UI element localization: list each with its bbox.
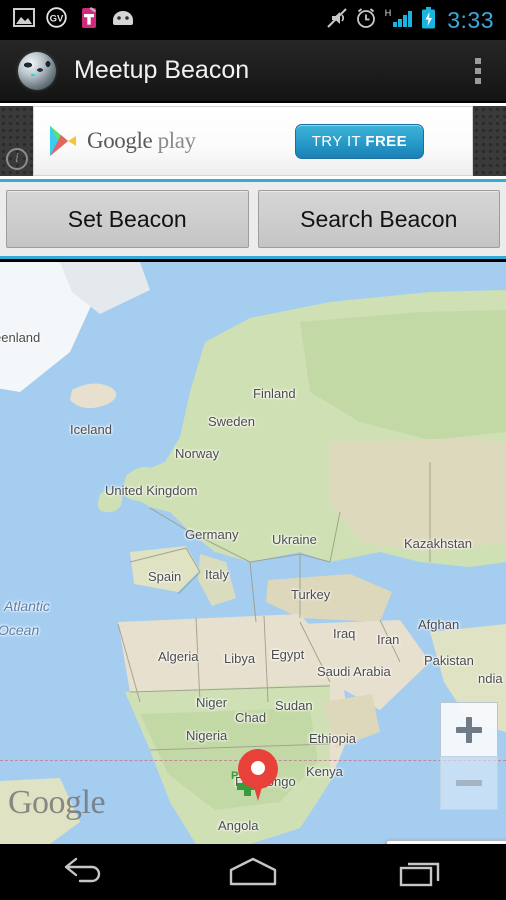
battery-charging-icon xyxy=(421,6,436,34)
minus-icon xyxy=(456,770,482,796)
ad-info-icon[interactable]: i xyxy=(6,148,28,170)
cta-strong: FREE xyxy=(365,132,407,150)
nav-home-button[interactable] xyxy=(193,844,313,900)
status-bar-system-icons: H 3:33 xyxy=(326,6,506,34)
status-bar-clock: 3:33 xyxy=(447,6,494,33)
overflow-menu-icon[interactable] xyxy=(469,50,487,92)
ad-right-texture xyxy=(473,106,506,176)
android-navigation-bar xyxy=(0,844,506,900)
zoom-out-button[interactable] xyxy=(440,756,498,810)
nav-back-button[interactable] xyxy=(24,844,144,900)
android-icon xyxy=(111,10,135,31)
pin-dot xyxy=(251,761,265,775)
ad-left-texture: i xyxy=(0,106,33,176)
phone-screen: GV H 3:33 Meetup Beacon i Google play TR… xyxy=(0,0,506,900)
google-watermark: Google xyxy=(8,784,106,821)
beacon-button-bar: Set Beacon Search Beacon xyxy=(0,179,506,259)
app-title: Meetup Beacon xyxy=(74,56,250,84)
plus-icon xyxy=(456,716,482,743)
ad-brand-google: Google xyxy=(87,128,153,153)
svg-text:GV: GV xyxy=(50,14,64,25)
try-it-free-button[interactable]: TRY IT FREE xyxy=(294,123,424,159)
tmobile-icon xyxy=(78,6,100,34)
ad-brand-text: Google play xyxy=(87,128,196,154)
ad-brand-play: play xyxy=(152,128,196,153)
screenshot-gallery-icon xyxy=(13,8,35,32)
status-bar-notification-icons: GV xyxy=(0,6,135,34)
status-bar: GV H 3:33 xyxy=(0,0,506,40)
silent-mute-icon xyxy=(326,7,348,34)
map-zoom-controls xyxy=(440,702,498,810)
google-play-icon xyxy=(48,125,78,157)
cta-prefix: TRY IT xyxy=(311,132,366,150)
nav-recents-button[interactable] xyxy=(362,844,482,900)
globe-icon xyxy=(18,51,56,90)
alarm-clock-icon xyxy=(355,7,377,34)
google-voice-icon: GV xyxy=(46,7,67,33)
app-action-bar: Meetup Beacon xyxy=(0,40,506,102)
search-beacon-button[interactable]: Search Beacon xyxy=(257,190,500,248)
beacon-location-pin[interactable] xyxy=(238,749,278,801)
ad-content[interactable]: Google play TRY IT FREE xyxy=(33,106,473,176)
google-map[interactable]: eenlandIcelandNorwaySwedenFinlandUnited … xyxy=(0,262,506,844)
zoom-in-button[interactable] xyxy=(440,702,498,756)
set-beacon-button[interactable]: Set Beacon xyxy=(6,190,249,248)
ad-banner[interactable]: i Google play TRY IT FREE xyxy=(0,103,506,179)
signal-hspa-icon: H xyxy=(384,7,414,34)
svg-text:H: H xyxy=(385,8,392,18)
